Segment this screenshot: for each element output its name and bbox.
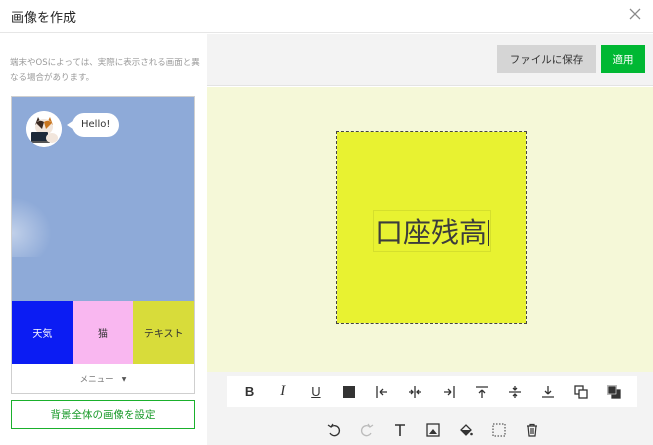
rich-menu-cell-cat[interactable]: 猫: [72, 301, 134, 364]
align-middle-v-icon[interactable]: [505, 382, 525, 402]
editor-canvas[interactable]: 口座残高: [207, 87, 653, 372]
menu-label: メニュー: [79, 375, 114, 385]
align-center-h-icon[interactable]: [405, 382, 425, 402]
text-color-icon[interactable]: [339, 382, 359, 402]
format-toolbar: B I U: [227, 376, 637, 407]
chat-area: Hello!: [12, 97, 194, 301]
dialog-header: 画像を作成: [0, 0, 653, 33]
menu-toggle[interactable]: メニュー ▼: [12, 364, 194, 393]
avatar: [26, 111, 62, 147]
undo-icon[interactable]: [324, 420, 344, 440]
dialog-title: 画像を作成: [11, 11, 77, 26]
add-image-icon[interactable]: [423, 420, 443, 440]
save-file-button[interactable]: ファイルに保存: [497, 45, 596, 73]
object-toolbar: [317, 416, 549, 444]
preview-panel: 端末やOSによっては、実際に表示される画面と異なる場合があります。 Hello!: [0, 34, 207, 445]
align-bottom-icon[interactable]: [538, 382, 558, 402]
underline-icon[interactable]: U: [306, 382, 326, 402]
apply-button[interactable]: 適用: [601, 45, 645, 73]
set-background-button[interactable]: 背景全体の画像を設定: [11, 400, 195, 429]
bold-icon[interactable]: B: [240, 382, 260, 402]
caret-down-icon: ▼: [121, 375, 127, 383]
delete-icon[interactable]: [522, 420, 542, 440]
chat-bubble: Hello!: [66, 113, 120, 137]
align-left-icon[interactable]: [372, 382, 392, 402]
fill-color-icon[interactable]: [456, 420, 476, 440]
add-text-icon[interactable]: [390, 420, 410, 440]
editor-topbar: ファイルに保存 適用: [207, 34, 653, 86]
rich-menu-cell-text[interactable]: テキスト: [133, 301, 194, 364]
preview-note: 端末やOSによっては、実際に表示される画面と異なる場合があります。: [10, 58, 200, 83]
redo-icon[interactable]: [357, 420, 377, 440]
phone-preview: Hello! 天気 猫 テキスト メニュー ▼: [11, 96, 195, 394]
cloud-decoration: [12, 197, 52, 257]
editor-panel: ファイルに保存 適用 口座残高 B I U: [207, 34, 653, 445]
send-backward-icon[interactable]: [604, 382, 624, 402]
bring-forward-icon[interactable]: [571, 382, 591, 402]
selected-tile[interactable]: 口座残高: [336, 131, 527, 324]
editor-toolbar: B I U: [207, 372, 653, 445]
close-icon[interactable]: [627, 6, 643, 22]
align-right-icon[interactable]: [439, 382, 459, 402]
transparency-icon[interactable]: [489, 420, 509, 440]
italic-icon[interactable]: I: [273, 382, 293, 402]
align-top-icon[interactable]: [472, 382, 492, 402]
tile-text[interactable]: 口座残高: [373, 210, 492, 252]
rich-menu: 天気 猫 テキスト: [12, 301, 194, 364]
rich-menu-cell-weather[interactable]: 天気: [12, 301, 73, 364]
